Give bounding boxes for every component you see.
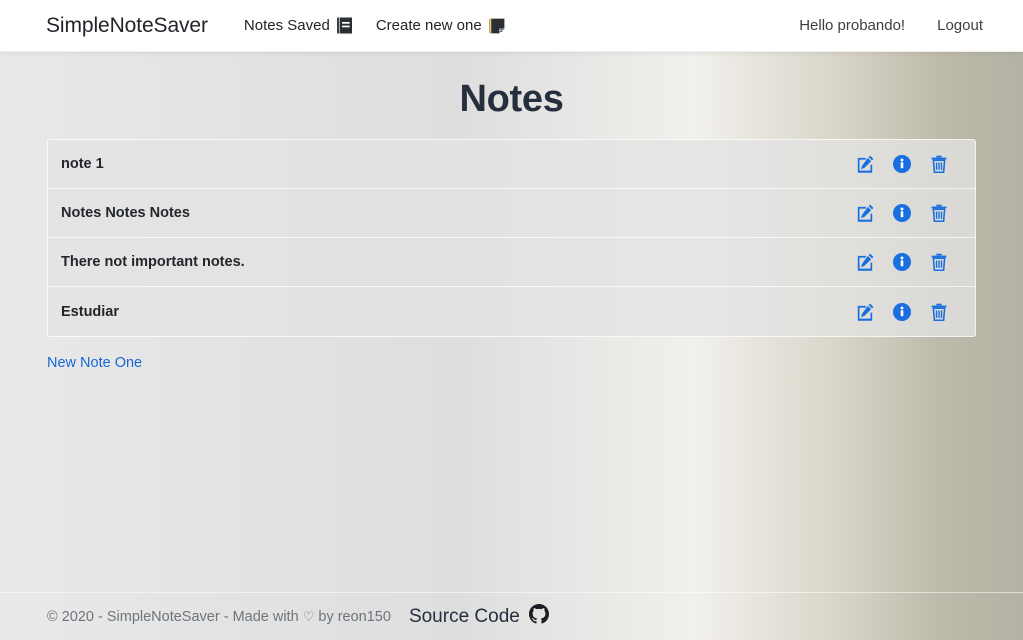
- table-row[interactable]: Notes Notes Notes: [48, 189, 975, 238]
- footer-copyright-suffix: by reon150: [318, 608, 391, 625]
- trash-icon[interactable]: [929, 154, 949, 174]
- nav-link-notes-saved[interactable]: Notes Saved: [232, 17, 364, 34]
- table-row[interactable]: There not important notes.: [48, 238, 975, 287]
- greeting-text: Hello probando!: [799, 17, 906, 34]
- table-row[interactable]: Estudiar: [48, 287, 975, 336]
- source-code-link[interactable]: Source Code: [408, 603, 549, 630]
- github-icon: [528, 603, 549, 630]
- info-circle-icon[interactable]: [892, 302, 912, 322]
- info-circle-icon[interactable]: [892, 203, 912, 223]
- new-note-link[interactable]: New Note One: [47, 355, 142, 371]
- row-actions: [855, 252, 949, 272]
- brand-logo[interactable]: SimpleNoteSaver: [46, 14, 208, 38]
- edit-icon[interactable]: [855, 252, 875, 272]
- footer-copyright-prefix: © 2020 - SimpleNoteSaver - Made with: [47, 608, 299, 625]
- main-container: Notes note 1 Notes Notes Notes There not…: [0, 78, 1023, 372]
- navbar-left-links: Notes Saved Create new one: [232, 17, 517, 34]
- info-circle-icon[interactable]: [892, 154, 912, 174]
- edit-icon[interactable]: [855, 203, 875, 223]
- nav-link-create-new-one-label: Create new one: [375, 17, 482, 34]
- trash-icon[interactable]: [929, 203, 949, 223]
- footer-copyright: © 2020 - SimpleNoteSaver - Made with ♡ b…: [47, 609, 391, 625]
- footer: © 2020 - SimpleNoteSaver - Made with ♡ b…: [0, 592, 1023, 640]
- book-icon: [336, 17, 352, 34]
- edit-icon[interactable]: [855, 154, 875, 174]
- heart-icon: ♡: [302, 608, 315, 624]
- note-title: Notes Notes Notes: [61, 205, 190, 221]
- trash-icon[interactable]: [929, 302, 949, 322]
- page-title: Notes: [459, 78, 564, 120]
- trash-icon[interactable]: [929, 252, 949, 272]
- navbar: SimpleNoteSaver Notes Saved Create new o…: [0, 0, 1023, 52]
- note-title: note 1: [61, 156, 104, 172]
- sticky-note-icon: [488, 18, 505, 34]
- edit-icon[interactable]: [855, 302, 875, 322]
- source-code-label: Source Code: [408, 605, 520, 627]
- row-actions: [855, 154, 949, 174]
- nav-link-notes-saved-label: Notes Saved: [243, 17, 330, 34]
- row-actions: [855, 302, 949, 322]
- note-title: Estudiar: [61, 303, 120, 320]
- logout-button[interactable]: Logout: [923, 17, 997, 34]
- row-actions: [855, 203, 949, 223]
- nav-link-create-new-one[interactable]: Create new one: [364, 17, 517, 34]
- note-title: There not important notes.: [61, 254, 245, 270]
- notes-list: note 1 Notes Notes Notes There not impor…: [47, 139, 976, 337]
- info-circle-icon[interactable]: [892, 252, 912, 272]
- table-row[interactable]: note 1: [48, 140, 975, 189]
- navbar-right-links: Hello probando! Logout: [785, 17, 997, 34]
